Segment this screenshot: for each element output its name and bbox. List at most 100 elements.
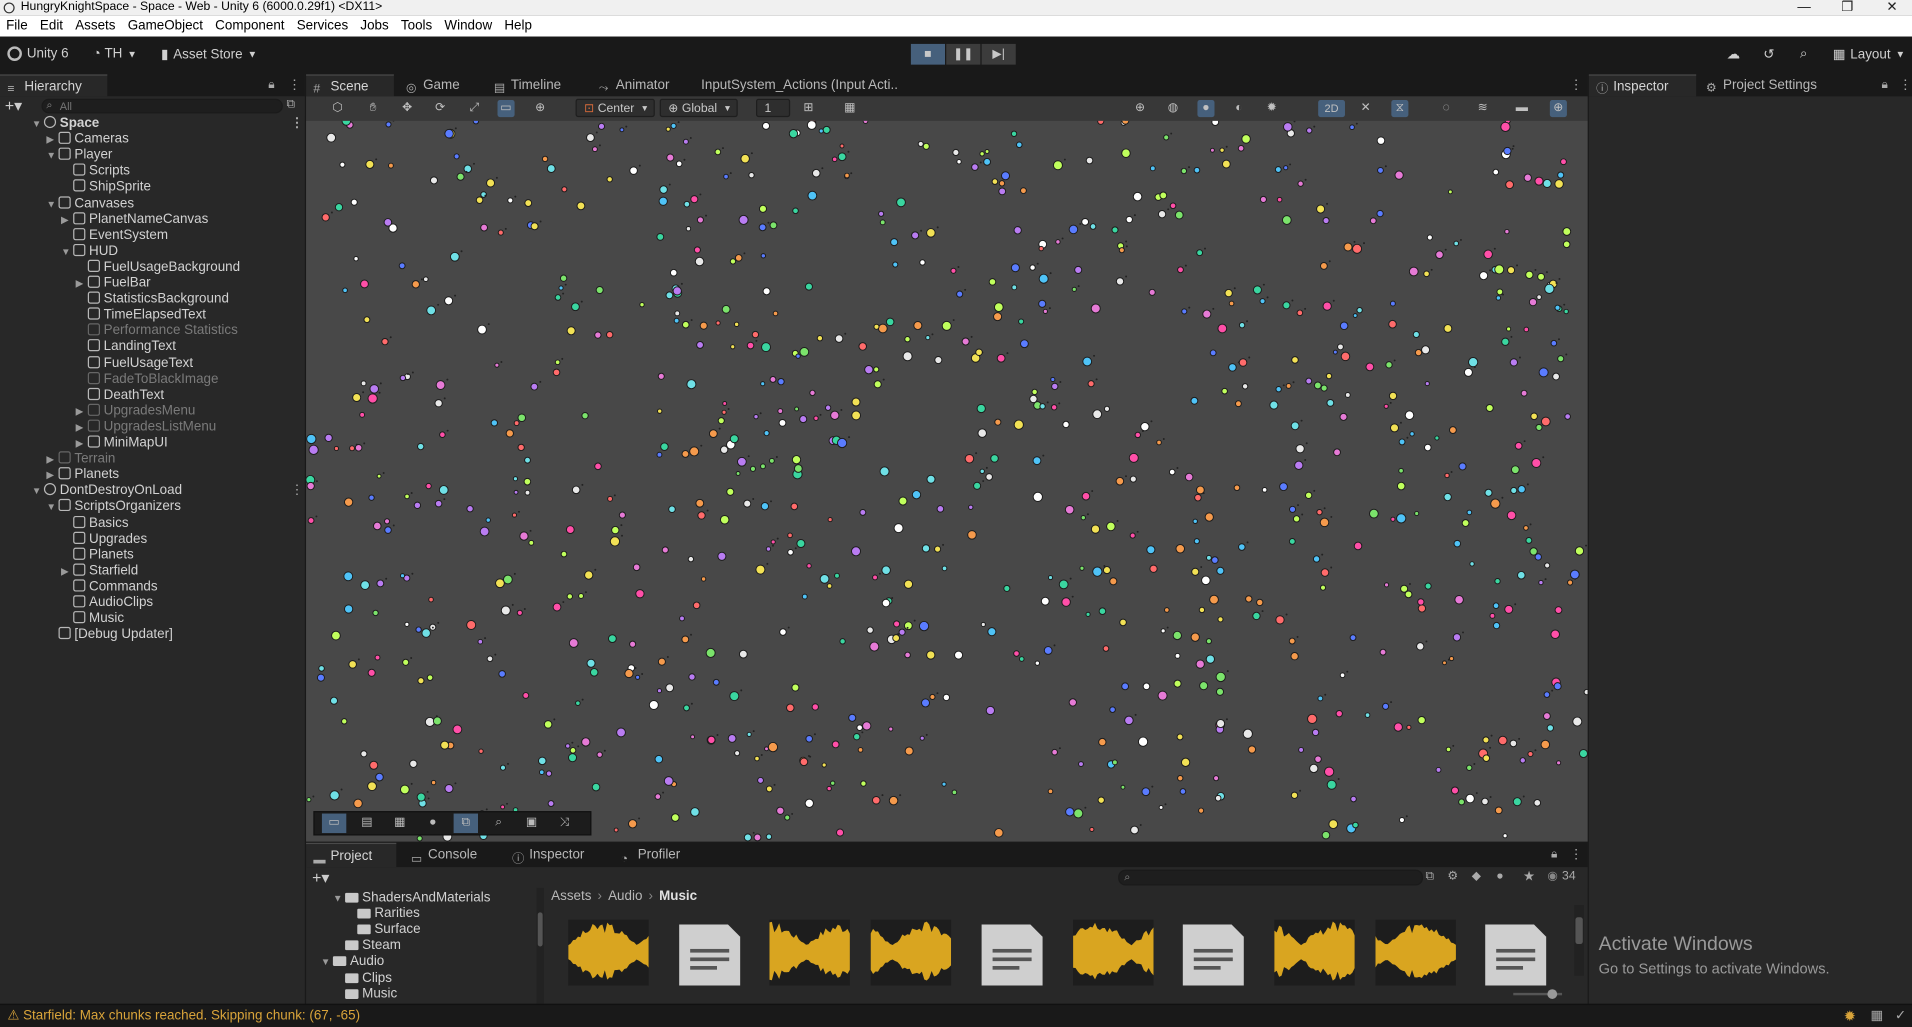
files-scrollbar[interactable] [1574,905,1584,976]
tab-input-actions[interactable]: InputSystem_Actions (Input Acti.. [677,74,921,96]
audio-clip-waveform-icon[interactable] [769,919,851,986]
menu-tools[interactable]: Tools [395,16,439,37]
hierarchy-item[interactable]: ▼ Space ⋮ [32,115,304,132]
hierarchy-item[interactable]: ▶ UpgradesListMenu [76,419,216,435]
chevron-right-icon[interactable]: ▶ [61,212,73,228]
menu-component[interactable]: Component [209,16,291,37]
tilemap-icon[interactable]: ▦ [388,814,412,834]
chevron-right-icon[interactable]: ▶ [76,403,88,419]
hierarchy-item[interactable]: Commands [61,579,158,595]
menu-gameobject[interactable]: GameObject [122,16,209,37]
chevron-down-icon[interactable]: ▼ [46,196,58,212]
minimize-icon[interactable]: — [1797,0,1810,15]
hierarchy-item[interactable]: ▶ PlanetNameCanvas [61,211,208,228]
hierarchy-item[interactable]: Upgrades [61,531,147,547]
more-icon[interactable]: ⋮ [288,77,301,93]
rect-tool-icon[interactable]: ▭ [497,100,515,118]
rotate-tool-icon[interactable]: ⟳ [432,100,449,117]
hierarchy-item[interactable]: ▶ Planets [46,467,119,483]
2d-mode-toggle[interactable]: 2D [1318,100,1345,118]
filter-type-icon[interactable]: ⚙ [1447,870,1458,883]
chevron-right-icon[interactable]: ▶ [61,563,73,579]
hierarchy-item[interactable]: Scripts [61,163,130,180]
tab-inspector[interactable]: ⓘ Inspector [1588,74,1697,97]
play-button[interactable]: ■ [910,43,946,65]
tab-timeline[interactable]: ▤ Timeline [487,74,585,96]
hierarchy-item[interactable]: ▼ DontDestroyOnLoad ⋮ [32,483,304,499]
hierarchy-item[interactable]: FadeToBlackImage [76,371,219,388]
menu-file[interactable]: File [0,16,34,37]
hierarchy-item[interactable]: FuelUsageBackground [76,259,240,276]
hierarchy-item[interactable]: ▼ Player [46,147,112,164]
chevron-down-icon[interactable]: ▼ [32,116,44,132]
pause-button[interactable]: ❚❚ [946,43,981,65]
favorite-icon[interactable]: ★ [1523,868,1535,885]
lighting-icon[interactable]: ✹ [1263,100,1280,117]
layers-icon[interactable]: ≋ [1474,100,1491,117]
wireframe-icon[interactable]: ◍ [1165,100,1182,117]
search-icon[interactable]: ⌕ [1800,46,1808,62]
space-dropdown[interactable]: ⊕ Global ▼ [659,98,738,118]
hierarchy-item[interactable]: Planets [61,547,134,563]
maximize-icon[interactable]: ❐ [1841,0,1853,15]
project-folder-item[interactable]: Surface [345,922,421,938]
hierarchy-item[interactable]: StatisticsBackground [76,291,229,308]
project-folder-item[interactable]: Clips [333,970,392,986]
project-search-input[interactable]: ⌕ [1118,869,1424,886]
hierarchy-item[interactable]: EventSystem [61,227,168,244]
layout-dropdown[interactable]: ▦ Layout ▼ [1833,46,1905,62]
menu-help[interactable]: Help [498,16,538,37]
hierarchy-item[interactable]: ▶ UpgradesMenu [76,403,195,419]
camera-settings-icon[interactable]: ▬ [1513,100,1530,117]
hierarchy-item[interactable]: ▶ Terrain [46,451,115,467]
lock-icon[interactable]: 🔒︎ [1551,848,1557,861]
project-folder-item[interactable]: ▼ ShadersAndMaterials [333,890,491,906]
shaded-icon[interactable]: ● [1197,100,1215,118]
scale-tool-icon[interactable]: ⤢ [466,100,483,117]
document-file-icon[interactable] [972,920,1052,986]
tab-game[interactable]: ◎ Game [399,74,484,96]
audio-clip-waveform-icon[interactable] [870,919,952,986]
lit-icon[interactable]: ◐ [1230,100,1247,117]
document-file-icon[interactable] [669,920,749,986]
tab-console[interactable]: ▭ Console [404,843,497,867]
tab-scene[interactable]: # Scene [306,74,394,97]
unity-account-button[interactable]: Unity 6 [7,46,69,61]
chevron-down-icon[interactable]: ▼ [61,244,73,260]
hierarchy-item[interactable]: TimeElapsedText [76,307,206,324]
zoom-icon[interactable]: ⌕ [487,814,511,834]
layers-overlay-icon[interactable]: ⧉ [453,813,479,834]
close-icon[interactable]: ✕ [1886,0,1897,15]
audio-clip-waveform-icon[interactable] [1072,919,1153,986]
chevron-right-icon[interactable]: ▶ [46,451,58,467]
view-cube-icon[interactable]: ⬡ [329,100,346,117]
lock-icon[interactable]: 🔒︎ [268,78,274,91]
camera-overlay-icon[interactable]: ▣ [519,814,543,834]
audio-clip-waveform-icon[interactable] [1374,919,1456,986]
cloud-icon[interactable]: ☁ [1727,46,1740,63]
document-file-icon[interactable] [1173,920,1253,986]
label-icon[interactable]: ◆ [1472,870,1481,883]
tab-animator[interactable]: ⤳ Animator [591,74,689,96]
add-icon[interactable]: +▾ [5,96,22,116]
hierarchy-item[interactable]: Music [61,611,124,627]
audio-clip-waveform-icon[interactable] [1274,919,1355,986]
zoom-slider[interactable] [1513,989,1563,999]
audio-mute-icon[interactable]: ✕ [1357,100,1374,117]
chevron-down-icon[interactable]: ▼ [46,499,58,515]
hierarchy-item[interactable]: ▶ FuelBar [76,275,151,292]
tab-project[interactable]: ▬ Project [306,842,397,868]
menu-window[interactable]: Window [438,16,498,37]
chevron-down-icon[interactable]: ▼ [32,483,44,499]
tab-inspector-bottom[interactable]: ⓘ Inspector [505,843,607,867]
transform-tool-icon[interactable]: ⊕ [532,100,549,117]
progress-icon[interactable]: ▦ [1871,1007,1884,1024]
project-folder-item[interactable]: ▼ Audio [321,954,385,970]
chevron-down-icon[interactable]: ▼ [46,148,58,164]
effects-icon[interactable]: ⧖ [1391,100,1409,118]
shuffle-icon[interactable]: ⤨ [552,814,576,834]
tab-profiler[interactable]: ◔ Profiler [613,843,711,867]
project-folder-item[interactable]: Music [333,986,397,1002]
chevron-right-icon[interactable]: ▶ [76,276,88,292]
menu-services[interactable]: Services [291,16,355,37]
